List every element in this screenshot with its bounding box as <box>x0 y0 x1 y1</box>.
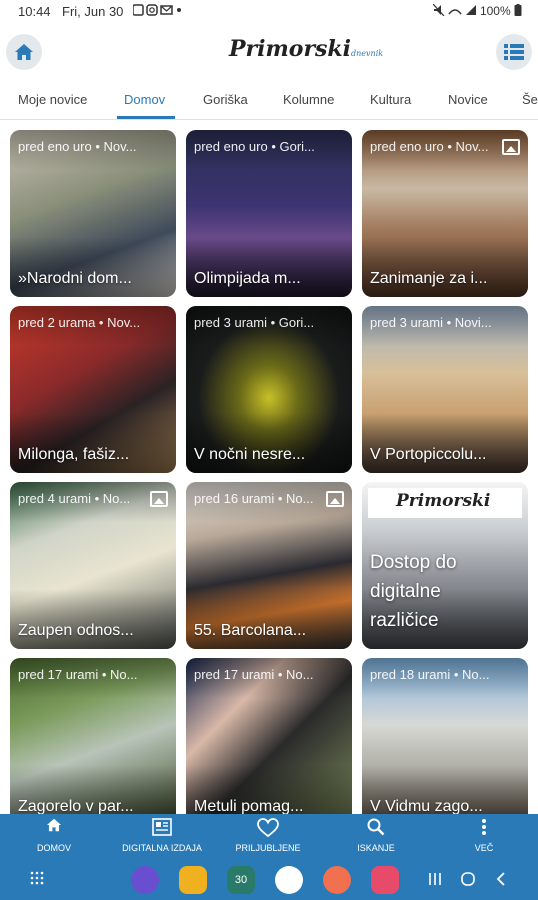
tab-goriska[interactable]: Goriška <box>203 92 248 107</box>
logo-subtext: dnevnik <box>351 49 384 58</box>
tab-se[interactable]: Še <box>522 92 538 107</box>
home-icon <box>15 44 33 60</box>
app-grid-icon[interactable] <box>30 871 44 890</box>
nav-domov-label: DOMOV <box>36 843 71 853</box>
nav-vec-label: VEČ <box>474 843 494 853</box>
article-card[interactable]: pred eno uro • Nov... Zanimanje za i... <box>362 130 528 297</box>
nav-iskanje-label: ISKANJE <box>357 843 395 853</box>
article-title: V Portopiccolu... <box>370 446 487 463</box>
article-meta: pred eno uro • Nov... <box>370 139 489 154</box>
messages-icon[interactable] <box>275 866 303 894</box>
article-meta: pred 17 urami • No... <box>18 667 138 682</box>
gallery-icon <box>326 491 344 507</box>
status-date: Fri, Jun 30 <box>62 4 124 19</box>
tab-kultura[interactable]: Kultura <box>370 92 411 107</box>
digital-edition-card[interactable]: Primorski Dostop do digitalne različice <box>362 482 528 649</box>
category-tabs: Moje novice Domov Goriška Kolumne Kultur… <box>0 78 538 120</box>
article-meta: pred 18 urami • No... <box>370 667 490 682</box>
newspaper-icon <box>112 818 212 840</box>
back-nav-icon[interactable] <box>496 872 506 891</box>
article-meta: pred 3 urami • Novi... <box>370 315 492 330</box>
tab-moje-novice[interactable]: Moje novice <box>18 92 87 107</box>
nav-priljubljene-label: PRILJUBLJENE <box>235 843 301 853</box>
active-tab-indicator <box>117 116 175 119</box>
recent-apps-icon[interactable] <box>428 872 442 891</box>
newspaper-masthead: Primorski <box>368 488 522 518</box>
article-card[interactable]: pred 16 urami • No... 55. Barcolana... <box>186 482 352 649</box>
article-card[interactable]: pred 17 urami • No... Metuli pomag... <box>186 658 352 814</box>
article-card[interactable]: pred eno uro • Nov... »Narodni dom... <box>10 130 176 297</box>
article-grid: pred eno uro • Nov... »Narodni dom... pr… <box>0 120 538 814</box>
nav-digitalna-izdaja-label: DIGITALNA IZDAJA <box>122 843 202 853</box>
article-title: Zagorelo v par... <box>18 798 134 814</box>
article-meta: pred 2 urama • Nov... <box>18 315 141 330</box>
app-logo: Primorskidnevnik <box>229 36 383 62</box>
status-right: 100% <box>432 3 522 18</box>
nav-iskanje[interactable]: ISKANJE <box>326 814 426 864</box>
nav-vec[interactable]: VEČ <box>434 814 534 864</box>
article-title: Milonga, fašiz... <box>18 446 130 463</box>
article-meta: pred 16 urami • No... <box>194 491 314 506</box>
calendar-icon[interactable]: 30 <box>227 866 255 894</box>
screen-recorder-icon[interactable] <box>371 866 399 894</box>
home-icon <box>4 818 104 840</box>
gallery-icon <box>150 491 168 507</box>
article-card[interactable]: pred 4 urami • No... Zaupen odnos... <box>10 482 176 649</box>
article-card[interactable]: pred 17 urami • No... Zagorelo v par... <box>10 658 176 814</box>
logo-text: Primorski <box>229 36 352 62</box>
search-icon <box>326 818 426 840</box>
home-nav-icon[interactable] <box>461 872 475 891</box>
article-title: Olimpijada m... <box>194 270 301 287</box>
status-bar: 10:44 Fri, Jun 30 100% <box>0 0 538 24</box>
internet-icon[interactable] <box>131 866 159 894</box>
battery-percent: 100% <box>479 4 511 18</box>
notification-icons <box>132 4 191 19</box>
article-card[interactable]: pred 18 urami • No... V Vidmu zago... <box>362 658 528 814</box>
contacts-icon[interactable] <box>323 866 351 894</box>
tab-novice[interactable]: Novice <box>448 92 488 107</box>
article-card[interactable]: pred eno uro • Gori... Olimpijada m... <box>186 130 352 297</box>
tab-kolumne[interactable]: Kolumne <box>283 92 334 107</box>
article-title: V Vidmu zago... <box>370 798 483 814</box>
article-card[interactable]: pred 3 urami • Novi... V Portopiccolu... <box>362 306 528 473</box>
files-icon[interactable] <box>179 866 207 894</box>
article-title: V nočni nesre... <box>194 446 306 463</box>
article-card[interactable]: pred 2 urama • Nov... Milonga, fašiz... <box>10 306 176 473</box>
gallery-icon <box>502 139 520 155</box>
heart-icon <box>218 818 318 840</box>
nav-priljubljene[interactable]: PRILJUBLJENE <box>218 814 318 864</box>
more-vertical-icon <box>434 818 534 840</box>
article-meta: pred 4 urami • No... <box>18 491 131 506</box>
article-meta: pred eno uro • Nov... <box>18 139 137 154</box>
nav-domov[interactable]: DOMOV <box>4 814 104 864</box>
list-icon <box>504 44 524 60</box>
article-title: »Narodni dom... <box>18 270 132 287</box>
system-taskbar: 30 <box>0 864 538 900</box>
article-meta: pred 3 urami • Gori... <box>194 315 315 330</box>
tab-domov[interactable]: Domov <box>124 92 165 107</box>
home-button[interactable] <box>6 34 42 70</box>
menu-button[interactable] <box>496 34 532 70</box>
article-meta: pred eno uro • Gori... <box>194 139 315 154</box>
article-title: Metuli pomag... <box>194 798 304 814</box>
article-title: Zanimanje za i... <box>370 270 488 287</box>
app-header: Primorskidnevnik <box>0 24 538 78</box>
status-time: 10:44 <box>18 4 51 19</box>
nav-digitalna-izdaja[interactable]: DIGITALNA IZDAJA <box>112 814 212 864</box>
digital-edition-title: Dostop do digitalne različice <box>370 552 457 631</box>
article-card[interactable]: pred 3 urami • Gori... V nočni nesre... <box>186 306 352 473</box>
article-title: 55. Barcolana... <box>194 622 307 639</box>
bottom-navigation: DOMOV DIGITALNA IZDAJA PRILJUBLJENE ISKA… <box>0 814 538 864</box>
article-meta: pred 17 urami • No... <box>194 667 314 682</box>
article-title: Zaupen odnos... <box>18 622 134 639</box>
